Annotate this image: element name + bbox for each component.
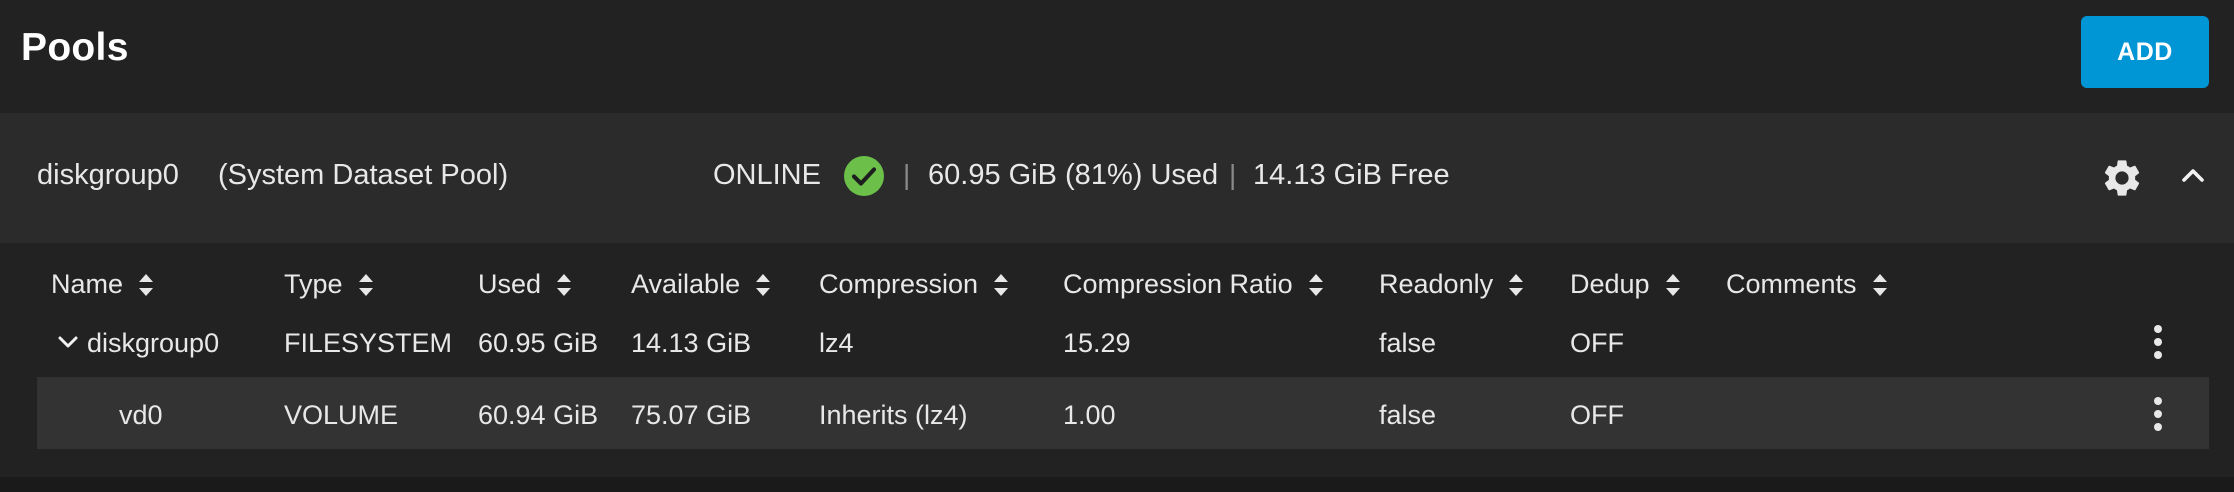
pools-page: Pools ADD diskgroup0 (System Dataset Poo… bbox=[0, 0, 2234, 492]
sort-icon bbox=[756, 273, 771, 296]
chevron-down-icon[interactable] bbox=[56, 330, 80, 354]
sort-icon bbox=[994, 273, 1009, 296]
column-header-label: Used bbox=[478, 269, 542, 299]
cell-name: diskgroup0 bbox=[87, 328, 220, 358]
column-header-used[interactable]: Used bbox=[478, 269, 573, 300]
cell-used: 60.95 GiB bbox=[478, 328, 599, 358]
column-header-readonly[interactable]: Readonly bbox=[1379, 269, 1525, 300]
cell-compression-ratio: 1.00 bbox=[1063, 400, 1116, 430]
card-bottom-divider bbox=[0, 477, 2234, 492]
cell-used: 60.94 GiB bbox=[478, 400, 599, 430]
kebab-menu-icon[interactable] bbox=[2152, 323, 2164, 361]
pool-name: diskgroup0 bbox=[37, 159, 179, 191]
sort-icon bbox=[358, 273, 373, 296]
column-header-label: Compression Ratio bbox=[1063, 269, 1293, 299]
column-header-label: Available bbox=[631, 269, 741, 299]
cell-available: 14.13 GiB bbox=[631, 328, 752, 358]
sort-icon bbox=[1665, 273, 1680, 296]
page-title: Pools bbox=[21, 26, 129, 69]
sort-icon bbox=[139, 273, 154, 296]
cell-compression: Inherits (lz4) bbox=[819, 400, 968, 430]
table-row[interactable]: vd0 VOLUME 60.94 GiB 75.07 GiB Inherits … bbox=[37, 377, 2209, 449]
table-row[interactable]: diskgroup0 FILESYSTEM 60.95 GiB 14.13 Gi… bbox=[37, 305, 2209, 377]
cell-dedup: OFF bbox=[1570, 328, 1624, 358]
pool-header: diskgroup0 (System Dataset Pool) ONLINE … bbox=[0, 113, 2234, 243]
cell-dedup: OFF bbox=[1570, 400, 1624, 430]
cell-type: FILESYSTEM bbox=[284, 328, 453, 358]
cell-name: vd0 bbox=[119, 400, 163, 430]
kebab-menu-icon[interactable] bbox=[2152, 395, 2164, 433]
cell-readonly: false bbox=[1379, 400, 1437, 430]
column-header-compression-ratio[interactable]: Compression Ratio bbox=[1063, 269, 1325, 300]
check-circle-icon bbox=[844, 156, 884, 196]
sort-icon bbox=[557, 273, 572, 296]
chevron-up-icon[interactable] bbox=[2178, 161, 2208, 191]
column-header-label: Dedup bbox=[1570, 269, 1650, 299]
gear-icon[interactable] bbox=[2100, 156, 2144, 200]
cell-readonly: false bbox=[1379, 328, 1437, 358]
column-header-label: Readonly bbox=[1379, 269, 1494, 299]
system-dataset-label: (System Dataset Pool) bbox=[218, 159, 509, 191]
sort-icon bbox=[1308, 273, 1323, 296]
column-header-name[interactable]: Name bbox=[51, 269, 155, 300]
separator: | bbox=[1229, 159, 1237, 190]
column-header-label: Comments bbox=[1726, 269, 1857, 299]
column-header-type[interactable]: Type bbox=[284, 269, 375, 300]
cell-type: VOLUME bbox=[284, 400, 399, 430]
pool-free: 14.13 GiB Free bbox=[1253, 159, 1450, 191]
cell-available: 75.07 GiB bbox=[631, 400, 752, 430]
cell-compression-ratio: 15.29 bbox=[1063, 328, 1131, 358]
column-header-available[interactable]: Available bbox=[631, 269, 772, 300]
datasets-table: Name Type Used Available Compression Com… bbox=[0, 243, 2234, 477]
pool-card: diskgroup0 (System Dataset Pool) ONLINE … bbox=[0, 113, 2234, 477]
column-header-label: Type bbox=[284, 269, 343, 299]
add-pool-button[interactable]: ADD bbox=[2081, 16, 2209, 88]
column-header-label: Compression bbox=[819, 269, 979, 299]
column-header-comments[interactable]: Comments bbox=[1726, 269, 1889, 300]
cell-compression: lz4 bbox=[819, 328, 854, 358]
pool-used: 60.95 GiB (81%) Used bbox=[928, 159, 1219, 191]
sort-icon bbox=[1872, 273, 1887, 296]
sort-icon bbox=[1509, 273, 1524, 296]
column-header-label: Name bbox=[51, 269, 124, 299]
column-header-compression[interactable]: Compression bbox=[819, 269, 1010, 300]
page-header: Pools ADD bbox=[0, 0, 2234, 113]
separator: | bbox=[903, 159, 911, 190]
pool-status: ONLINE bbox=[713, 159, 821, 191]
column-header-dedup[interactable]: Dedup bbox=[1570, 269, 1682, 300]
